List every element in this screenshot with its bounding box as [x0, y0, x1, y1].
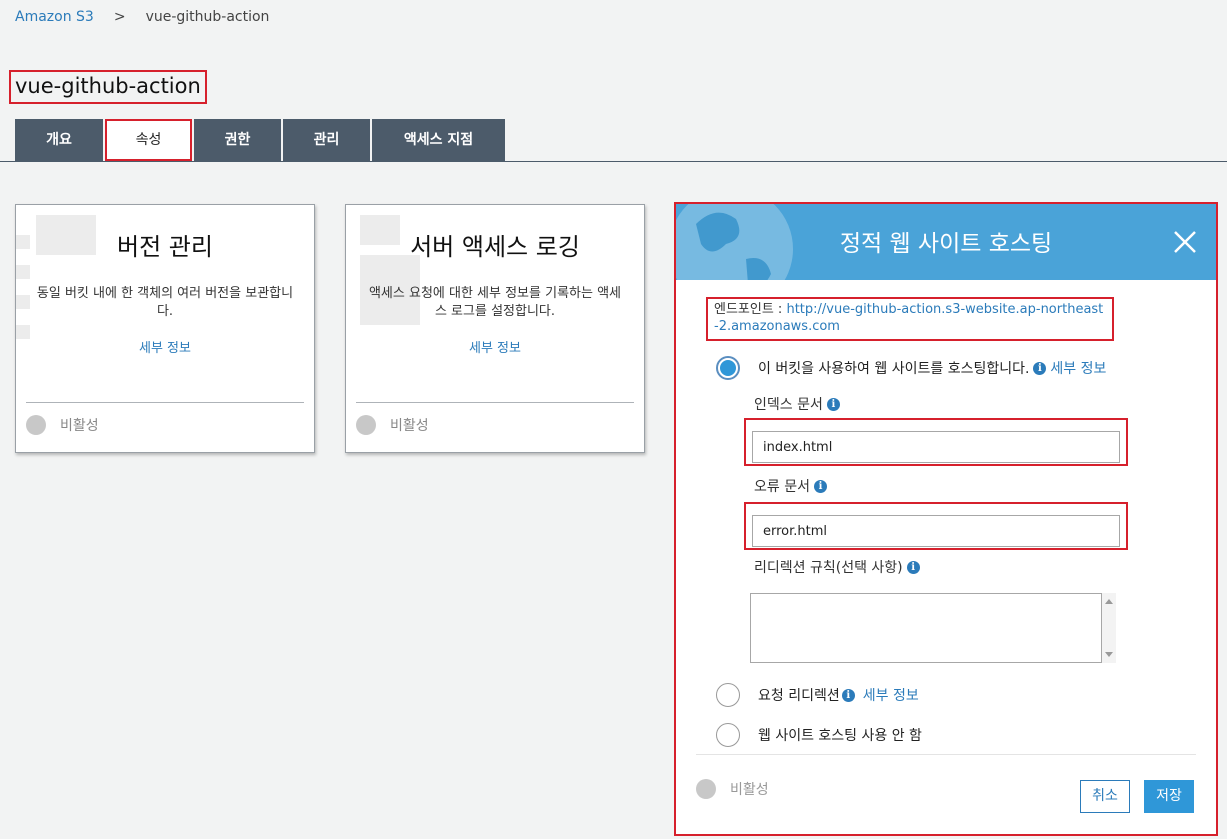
disable-hosting-radio[interactable] — [716, 723, 740, 747]
close-icon[interactable] — [1172, 229, 1198, 255]
error-document-highlight — [744, 502, 1128, 550]
logging-title: 서버 액세스 로깅 — [410, 233, 580, 261]
tab-permissions[interactable]: 권한 — [194, 119, 281, 161]
redirect-requests-more-link[interactable]: 세부 정보 — [863, 685, 919, 705]
redirect-rules-scrollbar[interactable] — [1102, 593, 1116, 663]
breadcrumb-current: vue-github-action — [145, 9, 270, 25]
logging-divider — [356, 402, 634, 403]
info-icon[interactable]: i — [841, 688, 855, 702]
option-host-website: 이 버킷을 사용하여 웹 사이트를 호스팅합니다. i 세부 정보 — [716, 356, 1106, 380]
tab-underline — [0, 161, 1227, 162]
tab-overview[interactable]: 개요 — [15, 119, 103, 161]
error-document-label-row: 오류 문서 i — [754, 476, 831, 496]
redirect-requests-radio[interactable] — [716, 683, 740, 707]
versioning-more-link[interactable]: 세부 정보 — [16, 337, 314, 356]
versioning-divider — [26, 402, 304, 403]
logging-status: 비활성 — [356, 415, 429, 435]
breadcrumb: Amazon S3 > vue-github-action — [15, 9, 269, 25]
status-indicator-icon — [696, 779, 716, 799]
option-redirect-requests: 요청 리디렉션 i 세부 정보 — [716, 683, 919, 707]
logging-description: 액세스 요청에 대한 세부 정보를 기록하는 액세스 로그를 설정합니다. — [368, 286, 622, 319]
info-icon[interactable]: i — [826, 397, 840, 411]
logging-status-label: 비활성 — [390, 418, 429, 434]
error-document-input[interactable] — [752, 515, 1120, 547]
static-website-hosting-panel: 정적 웹 사이트 호스팅 엔드포인트 : http://vue-github-a… — [674, 202, 1218, 836]
status-indicator-icon — [356, 415, 376, 435]
tab-bar: 개요 속성 권한 관리 액세스 지점 — [15, 119, 507, 161]
index-document-label: 인덱스 문서 — [754, 397, 823, 413]
index-document-label-row: 인덱스 문서 i — [754, 394, 844, 414]
breadcrumb-separator: > — [113, 9, 126, 25]
versioning-title: 버전 관리 — [117, 233, 213, 261]
tab-management[interactable]: 관리 — [283, 119, 370, 161]
server-access-logging-card[interactable]: 서버 액세스 로깅 액세스 요청에 대한 세부 정보를 기록하는 액세스 로그를… — [345, 204, 645, 453]
panel-header: 정적 웹 사이트 호스팅 — [676, 204, 1216, 280]
cancel-button[interactable]: 취소 — [1080, 780, 1130, 813]
hosting-status-label: 비활성 — [730, 782, 769, 798]
info-icon[interactable]: i — [1033, 361, 1047, 375]
redirect-requests-label: 요청 리디렉션 — [758, 688, 840, 704]
error-document-label: 오류 문서 — [754, 479, 810, 495]
tab-properties[interactable]: 속성 — [105, 119, 192, 161]
logging-more-link[interactable]: 세부 정보 — [346, 337, 644, 356]
breadcrumb-amazon-s3-link[interactable]: Amazon S3 — [15, 9, 94, 25]
index-document-input[interactable] — [752, 431, 1120, 463]
versioning-status: 비활성 — [26, 415, 99, 435]
redirect-rules-textarea[interactable] — [750, 593, 1102, 663]
page-title: vue-github-action — [9, 70, 207, 104]
host-website-label: 이 버킷을 사용하여 웹 사이트를 호스팅합니다. — [758, 361, 1030, 377]
redirect-rules-label-row: 리디렉션 규칙(선택 사항) i — [754, 557, 924, 577]
info-icon[interactable]: i — [906, 560, 920, 574]
index-document-highlight — [744, 418, 1128, 466]
scroll-down-icon[interactable] — [1105, 652, 1113, 657]
versioning-card[interactable]: 버전 관리 동일 버킷 내에 한 객체의 여러 버전을 보관합니다. 세부 정보… — [15, 204, 315, 453]
disable-hosting-label: 웹 사이트 호스팅 사용 안 함 — [758, 728, 922, 744]
versioning-description: 동일 버킷 내에 한 객체의 여러 버전을 보관합니다. — [36, 286, 294, 319]
scroll-up-icon[interactable] — [1105, 599, 1113, 604]
host-website-radio[interactable] — [716, 356, 740, 380]
status-indicator-icon — [26, 415, 46, 435]
tab-access-points[interactable]: 액세스 지점 — [372, 119, 505, 161]
redirect-rules-label: 리디렉션 규칙(선택 사항) — [754, 560, 903, 576]
info-icon[interactable]: i — [813, 479, 827, 493]
save-button[interactable]: 저장 — [1144, 780, 1194, 813]
panel-divider — [696, 754, 1196, 755]
endpoint-label: 엔드포인트 : — [714, 302, 783, 317]
host-website-more-link[interactable]: 세부 정보 — [1050, 358, 1106, 378]
versioning-status-label: 비활성 — [60, 418, 99, 434]
option-disable-hosting: 웹 사이트 호스팅 사용 안 함 — [716, 723, 922, 747]
panel-title: 정적 웹 사이트 호스팅 — [839, 231, 1053, 257]
hosting-status: 비활성 — [696, 779, 769, 799]
endpoint: 엔드포인트 : http://vue-github-action.s3-webs… — [706, 297, 1114, 341]
